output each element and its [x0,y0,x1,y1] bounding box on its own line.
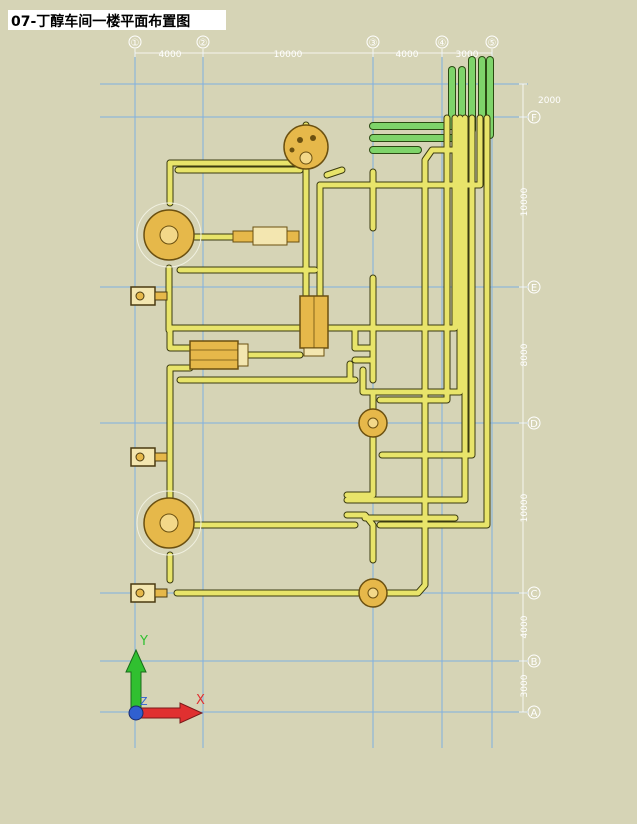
column-label-3: ③ [369,38,378,49]
heat-exchanger-upper[interactable] [232,226,300,246]
ucs-y-label: Y [139,634,148,649]
tank-lower[interactable] [136,490,202,556]
column-vessel[interactable] [299,295,329,357]
dim-row-top-f: 2000 [538,96,561,106]
dim-row-b-a: 3000 [520,674,530,697]
dim-col-2-3: 10000 [274,50,303,60]
ucs-icon: Y X Z [125,634,205,724]
page-title: 07-丁醇车间一楼平面布置图 [11,14,191,30]
drawing-canvas[interactable]: 4000 10000 4000 3000 ① ② ③ ④ ⑤ 2000 1000… [0,0,637,824]
ucs-x-label: X [196,693,205,708]
row-label-d: D [530,419,538,430]
column-label-5: ⑤ [488,38,497,49]
pipe-outline [343,433,377,499]
dim-row-f-e: 10000 [520,187,530,216]
dim-col-1-2: 4000 [159,50,182,60]
column-label-1: ① [131,38,140,49]
tank-upper[interactable] [136,202,202,268]
column-label-4: ④ [438,38,447,49]
row-label-c: C [531,589,538,600]
right-dimensions: 2000 10000 8000 10000 4000 3000 [519,83,561,713]
pipe [344,434,376,498]
dim-col-3-4: 4000 [396,50,419,60]
ucs-origin [128,705,144,721]
pipe [377,115,450,403]
pump-bottom[interactable] [358,578,388,608]
dim-row-c-b: 4000 [520,615,530,638]
row-label-b: B [531,657,538,668]
motor-e[interactable] [130,286,168,306]
motor-d[interactable] [130,447,168,467]
title-box: 07-丁醇车间一楼平面布置图 [8,10,226,30]
dim-row-d-c: 10000 [520,493,530,522]
row-label-f: F [531,113,537,124]
pipe-outline [376,114,451,404]
dim-row-e-d: 8000 [520,343,530,366]
ucs-z-label: Z [140,695,148,708]
column-bubbles: ① ② ③ ④ ⑤ [128,35,499,49]
column-label-2: ② [199,38,208,49]
pump-middle[interactable] [358,408,388,438]
row-label-e: E [531,283,537,294]
vessel-top[interactable] [283,124,329,170]
row-label-a: A [531,708,538,719]
motor-c[interactable] [130,583,168,603]
plan-drawing: 4000 10000 4000 3000 ① ② ③ ④ ⑤ 2000 1000… [100,35,561,748]
heat-exchanger-middle[interactable] [189,340,249,370]
top-dimensions: 4000 10000 4000 3000 [134,49,493,60]
